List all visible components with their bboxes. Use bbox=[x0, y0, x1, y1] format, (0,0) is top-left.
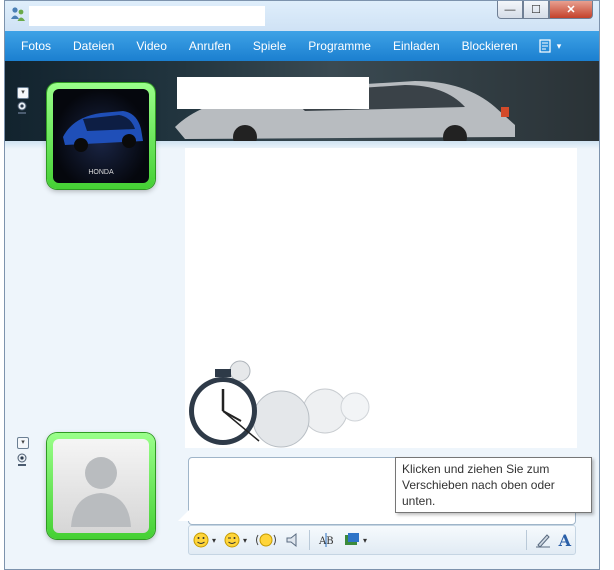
chevron-down-icon: ▾ bbox=[212, 535, 217, 545]
background-icon bbox=[345, 533, 360, 545]
handwriting-icon bbox=[535, 534, 550, 548]
menu-anrufen[interactable]: Anrufen bbox=[178, 31, 242, 61]
text-format-icon: A bbox=[558, 530, 571, 550]
chevron-down-icon: ▾ bbox=[21, 439, 25, 446]
title-bar[interactable]: — ☐ ✕ bbox=[5, 1, 599, 31]
self-avatar-frame[interactable] bbox=[47, 433, 155, 539]
emoticon-icon bbox=[193, 532, 209, 548]
maximize-button[interactable]: ☐ bbox=[523, 1, 549, 19]
brand-logo: HONDA bbox=[88, 169, 114, 176]
menu-options-button[interactable]: ▾ bbox=[539, 39, 562, 53]
contact-avatar-frame[interactable]: HONDA bbox=[47, 83, 155, 189]
webcam-icon[interactable] bbox=[16, 101, 28, 115]
toolbar-separator bbox=[309, 530, 311, 550]
font-icon: AB bbox=[318, 533, 334, 547]
default-user-icon bbox=[71, 457, 131, 527]
contact-avatar: HONDA bbox=[53, 89, 149, 183]
voice-clip-icon bbox=[286, 532, 297, 548]
chat-window: — ☐ ✕ Fotos Dateien Video Anrufen Spiele… bbox=[4, 0, 600, 570]
text-format-button[interactable]: A bbox=[555, 528, 575, 552]
background-button[interactable]: ▾ bbox=[340, 528, 371, 552]
chevron-down-icon: ▾ bbox=[21, 89, 25, 96]
webcam-icon[interactable] bbox=[16, 453, 28, 467]
chevron-down-icon: ▾ bbox=[556, 40, 562, 51]
menu-blockieren[interactable]: Blockieren bbox=[451, 31, 529, 61]
contact-name-redacted bbox=[177, 77, 369, 109]
messenger-icon bbox=[11, 7, 25, 21]
toolbar-separator bbox=[525, 530, 527, 550]
minimize-button[interactable]: — bbox=[497, 1, 523, 19]
menu-bar: Fotos Dateien Video Anrufen Spiele Progr… bbox=[5, 31, 599, 61]
input-pointer bbox=[178, 509, 190, 521]
font-button[interactable]: AB bbox=[314, 528, 340, 552]
menu-video[interactable]: Video bbox=[125, 31, 177, 61]
collapse-contact-button[interactable]: ▾ bbox=[17, 87, 29, 99]
clock-watermark-image bbox=[189, 360, 370, 448]
menu-programme[interactable]: Programme bbox=[297, 31, 382, 61]
format-toolbar: ▾ ▾ AB bbox=[188, 525, 576, 555]
menu-dateien[interactable]: Dateien bbox=[62, 31, 125, 61]
menu-spiele[interactable]: Spiele bbox=[242, 31, 297, 61]
drag-tooltip: Klicken und ziehen Sie zum Verschieben n… bbox=[395, 457, 592, 513]
menu-fotos[interactable]: Fotos bbox=[5, 31, 62, 61]
menu-options-icon bbox=[539, 39, 551, 53]
chevron-down-icon: ▾ bbox=[363, 535, 368, 545]
window-controls: — ☐ ✕ bbox=[497, 1, 593, 21]
close-button[interactable]: ✕ bbox=[549, 1, 593, 19]
window-title-redacted bbox=[29, 6, 265, 26]
menu-einladen[interactable]: Einladen bbox=[382, 31, 451, 61]
handwriting-button[interactable] bbox=[531, 528, 555, 552]
voice-clip-button[interactable] bbox=[281, 528, 305, 552]
nudge-icon bbox=[256, 533, 277, 547]
chevron-down-icon: ▾ bbox=[243, 535, 248, 545]
wink-button[interactable]: ▾ bbox=[220, 528, 251, 552]
collapse-self-button[interactable]: ▾ bbox=[17, 437, 29, 449]
wink-icon bbox=[224, 532, 240, 548]
nudge-button[interactable] bbox=[251, 528, 281, 552]
emoticon-button[interactable]: ▾ bbox=[189, 528, 220, 552]
self-avatar bbox=[53, 439, 149, 533]
